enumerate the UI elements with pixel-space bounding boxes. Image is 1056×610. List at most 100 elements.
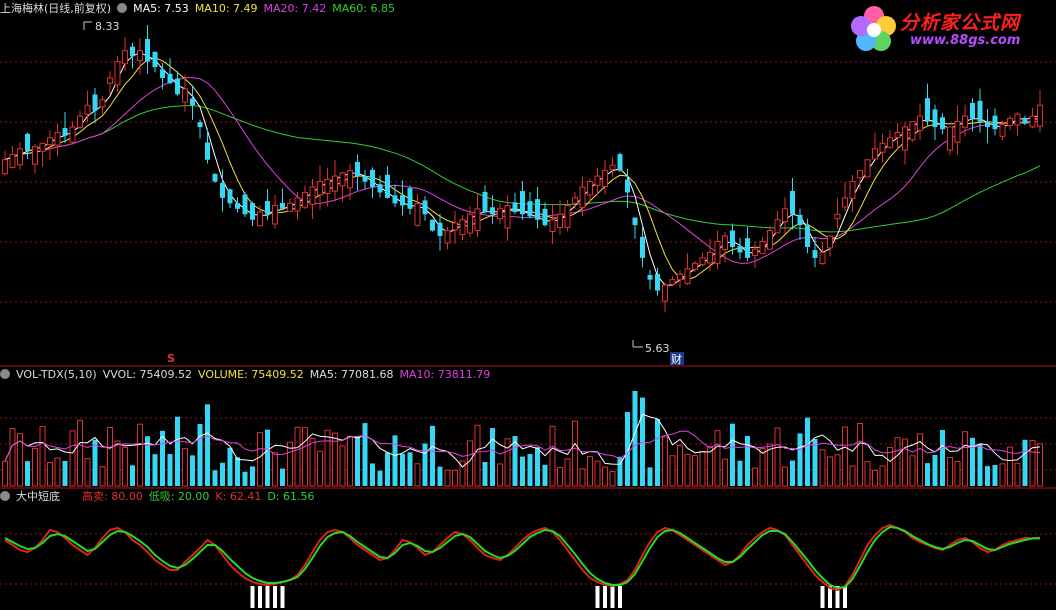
candle-body — [805, 225, 810, 247]
volume-bar — [190, 455, 195, 486]
candle-body — [864, 159, 871, 178]
volume-bar — [69, 430, 76, 487]
candle-body — [92, 94, 98, 111]
candle-body — [167, 73, 173, 84]
volume-bar — [227, 447, 233, 486]
candle-body — [145, 39, 150, 62]
indicator-panel-title[interactable]: 大中短底 — [16, 490, 60, 503]
candle-body — [925, 98, 930, 122]
volume-panel-header: VOL-TDX(5,10) VVOL: 75409.52 VOLUME: 75409… — [0, 368, 496, 382]
volume-bar — [925, 463, 930, 486]
volume-bar — [1014, 462, 1021, 487]
candle-body — [422, 200, 428, 215]
ma20-legend: MA20: 7.42 — [263, 2, 327, 15]
logo-url: www.88gs.com — [910, 33, 1021, 48]
volume-bar — [714, 430, 721, 487]
low-label: 5.63 — [645, 342, 670, 355]
candle-body — [535, 199, 540, 220]
volume-bar — [527, 454, 533, 486]
volume-bar — [414, 463, 421, 487]
volume-bar — [400, 453, 405, 486]
candle-body — [17, 148, 23, 166]
volume-bar — [722, 458, 728, 487]
volume-bar — [970, 437, 975, 486]
volume-bar — [909, 455, 916, 487]
volume-bar — [579, 468, 586, 487]
volume-bar — [490, 428, 495, 486]
volume-bar — [25, 461, 30, 486]
candle-body — [752, 248, 758, 257]
candle-body — [2, 159, 8, 175]
candle-body — [834, 213, 841, 220]
candle-body — [512, 202, 518, 213]
volume-bar — [437, 466, 443, 486]
candle-body — [414, 202, 421, 226]
volume-legend: VOLUME: 75409.52 — [198, 368, 304, 381]
candle-body — [947, 126, 953, 151]
candle-body — [190, 98, 195, 106]
volume-bar — [302, 427, 308, 487]
volume-bar — [834, 454, 841, 487]
volume-bar — [467, 440, 473, 487]
candle-body — [827, 235, 833, 249]
volume-bar — [872, 469, 878, 487]
candle-body — [902, 126, 908, 151]
candle-body — [557, 213, 563, 228]
candle-body — [355, 161, 360, 177]
event-marker-cai[interactable]: 财 — [670, 352, 684, 366]
volume-bar — [684, 453, 691, 487]
settings-circle-icon[interactable] — [0, 369, 10, 379]
candle-body — [220, 183, 225, 198]
settings-circle-icon[interactable] — [117, 3, 128, 13]
candle-body — [617, 154, 623, 171]
candle-body — [954, 121, 961, 143]
vol-ma5-legend: MA5: 77081.68 — [309, 368, 394, 381]
volume-bar — [347, 435, 353, 487]
low-buy-signal-bar — [265, 586, 270, 608]
candle-body — [977, 100, 983, 122]
volume-bar — [752, 467, 758, 487]
candle-body — [400, 195, 405, 206]
settings-circle-icon[interactable] — [0, 491, 10, 501]
candle-body — [107, 77, 113, 84]
candle-body — [594, 175, 601, 186]
ma60-legend: MA60: 6.85 — [332, 2, 395, 15]
candle-body — [430, 219, 435, 231]
volume-bar — [894, 437, 901, 487]
candle-body — [130, 46, 135, 57]
volume-bar — [609, 471, 616, 487]
candle-body — [497, 208, 503, 220]
low-buy-signal-bar — [603, 586, 607, 608]
candle-body — [437, 222, 443, 237]
site-logo: 分析家公式网 www.88gs.com — [848, 4, 1048, 54]
volume-bar — [992, 465, 998, 486]
candle-body — [894, 131, 901, 138]
volume-bar — [805, 417, 810, 486]
candle-body — [632, 217, 638, 226]
volume-bar — [864, 461, 871, 487]
candle-body — [549, 219, 556, 232]
volume-bar — [557, 467, 563, 487]
low-buy-signal-bar — [258, 586, 262, 608]
candle-body — [699, 257, 706, 265]
candle-body — [32, 146, 38, 165]
volume-bar — [317, 450, 323, 487]
volume-bar — [819, 449, 826, 487]
candle-body — [655, 273, 660, 291]
candle-body — [197, 122, 203, 128]
volume-panel-title[interactable]: VOL-TDX(5,10) — [16, 368, 97, 381]
price-panel-title[interactable]: 上海梅林(日线,前复权) — [0, 2, 111, 15]
candle-body — [250, 203, 255, 220]
candle-body — [527, 201, 533, 217]
volume-bar — [257, 432, 263, 487]
ma10-legend: MA10: 7.49 — [194, 2, 258, 15]
low-buy-signal-bar — [280, 586, 285, 608]
candle-body — [909, 121, 916, 141]
volume-bar — [287, 441, 293, 487]
candle-body — [887, 137, 893, 148]
candle-body — [324, 178, 331, 194]
candle-body — [347, 170, 353, 189]
candle-body — [602, 170, 608, 188]
candle-body — [587, 181, 593, 196]
candle-body — [819, 251, 826, 265]
